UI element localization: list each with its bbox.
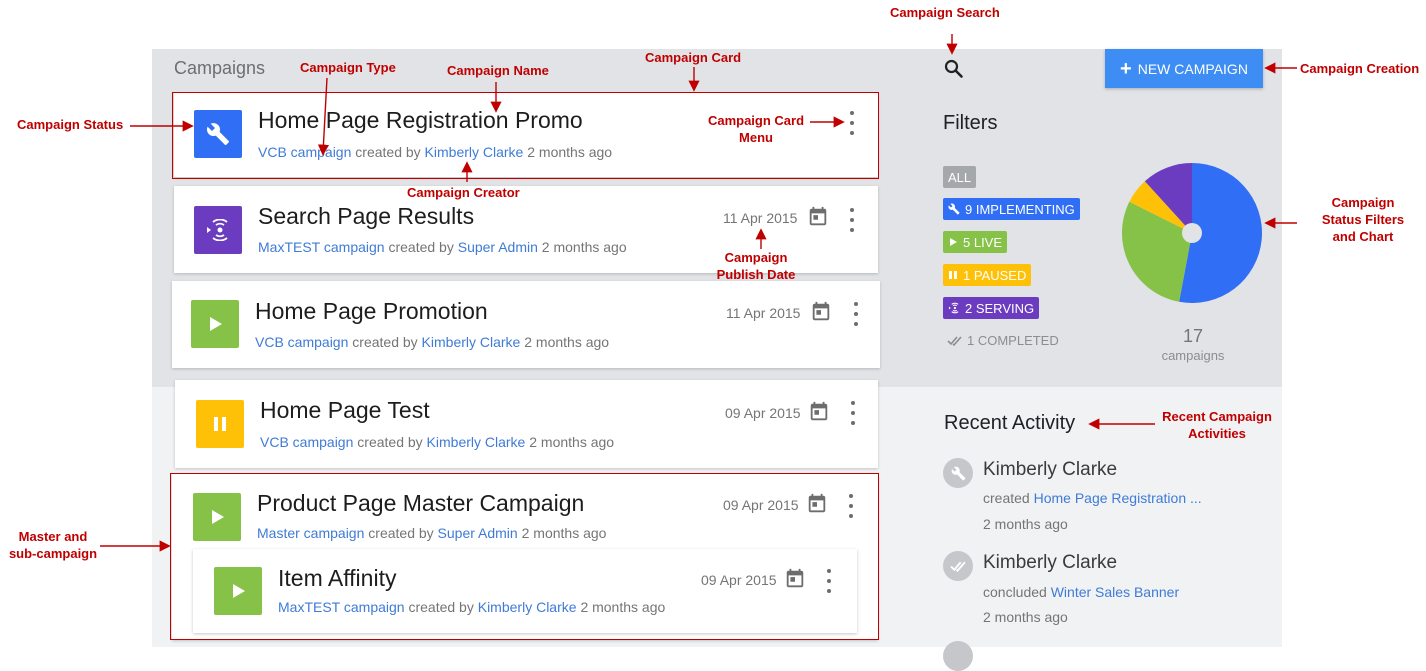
new-campaign-label: NEW CAMPAIGN <box>1137 60 1248 77</box>
master-campaign-highlight <box>170 473 879 640</box>
card-menu-icon[interactable] <box>847 208 857 232</box>
created-by-text: created by <box>388 239 454 255</box>
double-check-icon <box>943 551 973 581</box>
filters-title: Filters <box>943 112 998 134</box>
double-check-icon <box>947 335 962 346</box>
filter-completed[interactable]: 1 COMPLETED <box>947 333 1059 348</box>
annotation-publish-date: Campaign Publish Date <box>716 250 796 282</box>
annotation-campaign-creator: Campaign Creator <box>407 185 520 200</box>
created-by-text: created by <box>357 434 423 450</box>
serving-icon <box>194 206 242 254</box>
activity-time: 2 months ago <box>983 516 1068 532</box>
created-by-text: created by <box>352 334 418 350</box>
wrench-icon <box>948 203 960 215</box>
campaign-name[interactable]: Search Page Results <box>258 203 474 230</box>
pie-center-hole <box>1182 223 1202 243</box>
activity-verb: concluded <box>983 584 1047 600</box>
card-menu-icon[interactable] <box>848 401 858 425</box>
campaign-meta: MaxTEST campaign created by Super Admin … <box>258 239 627 255</box>
filter-live-label: 5 LIVE <box>963 234 1003 250</box>
recent-activity-title: Recent Activity <box>944 412 1076 434</box>
serving-icon <box>948 302 959 314</box>
plus-icon: + <box>1120 57 1132 80</box>
filter-all-label: ALL <box>948 169 972 185</box>
annotation-campaign-name: Campaign Name <box>447 63 549 78</box>
annotation-campaign-status: Campaign Status <box>17 117 124 132</box>
campaign-card[interactable]: Home Page Test VCB campaign created by K… <box>175 380 878 468</box>
search-icon[interactable] <box>942 57 966 81</box>
campaign-name[interactable]: Home Page Promotion <box>255 298 488 325</box>
annotation-status-filters: Campaign Status Filters and Chart <box>1321 195 1405 244</box>
annotation-campaign-card: Campaign Card <box>645 50 742 65</box>
page-title: Campaigns <box>174 58 266 78</box>
campaign-type-link[interactable]: MaxTEST campaign <box>258 239 385 255</box>
calendar-icon[interactable] <box>810 301 832 323</box>
campaign-meta: VCB campaign created by Kimberly Clarke … <box>255 334 609 350</box>
activity-description: concluded Winter Sales Banner <box>983 584 1179 600</box>
activity-verb: created <box>983 490 1030 506</box>
campaign-creator-link[interactable]: Kimberly Clarke <box>422 334 521 350</box>
activity-user-name[interactable]: Kimberly Clarke <box>983 459 1117 481</box>
annotation-card-menu: Campaign Card Menu <box>707 113 805 145</box>
play-icon <box>950 238 957 246</box>
publish-date: 11 Apr 2015 <box>723 210 798 226</box>
publish-date: 09 Apr 2015 <box>725 405 801 421</box>
campaign-age: 2 months ago <box>541 239 627 255</box>
annotation-master-sub: Master and sub-campaign <box>8 529 98 561</box>
activity-avatar-partial <box>943 641 973 671</box>
wrench-icon <box>943 458 973 488</box>
activity-time: 2 months ago <box>983 609 1068 625</box>
filter-implementing-label: 9 IMPLEMENTING <box>965 201 1075 217</box>
calendar-icon[interactable] <box>808 401 830 423</box>
campaign-name[interactable]: Home Page Test <box>260 397 430 424</box>
card-menu-icon[interactable] <box>851 302 861 326</box>
activity-target-link[interactable]: Winter Sales Banner <box>1051 584 1179 600</box>
pause-icon <box>196 400 244 448</box>
campaign-total-label: campaigns <box>1161 348 1225 363</box>
activity-target-link[interactable]: Home Page Registration ... <box>1034 490 1202 506</box>
status-pie-chart[interactable] <box>1121 162 1263 304</box>
filter-serving[interactable]: 2 SERVING <box>943 297 1040 319</box>
annotation-campaign-type: Campaign Type <box>300 60 396 75</box>
new-campaign-button[interactable]: + NEW CAMPAIGN <box>1105 49 1263 88</box>
campaign-age: 2 months ago <box>529 434 615 450</box>
play-icon <box>191 300 239 348</box>
pause-icon <box>949 271 957 279</box>
activity-description: created Home Page Registration ... <box>983 490 1202 506</box>
campaign-type-link[interactable]: VCB campaign <box>255 334 348 350</box>
campaign-total-count: 17 <box>1182 326 1204 346</box>
annotation-campaign-creation: Campaign Creation <box>1300 61 1420 76</box>
filter-implementing[interactable]: 9 IMPLEMENTING <box>943 198 1080 220</box>
filter-serving-label: 2 SERVING <box>965 300 1035 316</box>
publish-date: 11 Apr 2015 <box>726 305 801 321</box>
campaign-type-link[interactable]: VCB campaign <box>260 434 353 450</box>
filter-live[interactable]: 5 LIVE <box>943 231 1008 253</box>
filter-all[interactable]: ALL <box>943 166 977 188</box>
campaign-creator-link[interactable]: Kimberly Clarke <box>427 434 526 450</box>
filter-paused-label: 1 PAUSED <box>963 267 1027 283</box>
filter-completed-label: 1 COMPLETED <box>967 333 1059 348</box>
calendar-icon[interactable] <box>807 206 829 228</box>
activity-user-name[interactable]: Kimberly Clarke <box>983 552 1117 574</box>
annotation-campaign-search: Campaign Search <box>890 5 1000 20</box>
campaign-creator-link[interactable]: Super Admin <box>458 239 538 255</box>
campaign-age: 2 months ago <box>524 334 610 350</box>
campaign-card[interactable]: Home Page Promotion VCB campaign created… <box>172 281 880 368</box>
filter-paused[interactable]: 1 PAUSED <box>943 264 1032 286</box>
annotation-recent-activities: Recent Campaign Activities <box>1162 409 1272 441</box>
campaign-meta: VCB campaign created by Kimberly Clarke … <box>260 434 614 450</box>
